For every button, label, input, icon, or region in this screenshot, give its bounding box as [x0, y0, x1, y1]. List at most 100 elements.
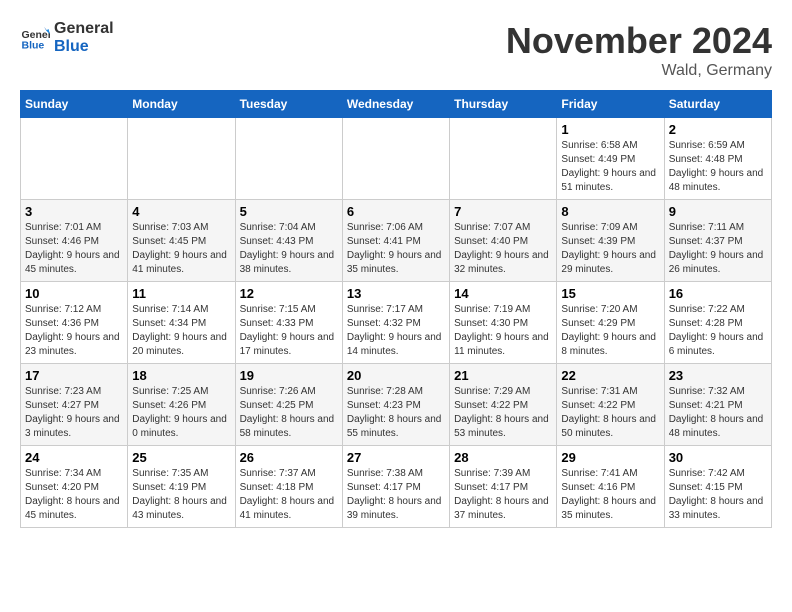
page-header: General Blue General Blue November 2024 …	[20, 20, 772, 80]
day-number: 3	[25, 204, 123, 219]
week-row-4: 17Sunrise: 7:23 AM Sunset: 4:27 PM Dayli…	[21, 364, 772, 446]
weekday-header-thursday: Thursday	[450, 91, 557, 118]
day-cell: 8 Sunrise: 7:09 AM Sunset: 4:39 PM Daylig…	[557, 200, 664, 282]
day-cell: 12 Sunrise: 7:15 AM Sunset: 4:33 PM Dayli…	[235, 282, 342, 364]
day-number: 14	[454, 286, 552, 301]
day-info: Sunrise: 7:15 AM Sunset: 4:33 PM Dayligh…	[240, 303, 338, 359]
day-cell: 3Sunrise: 7:01 AM Sunset: 4:46 PM Daylig…	[21, 200, 128, 282]
day-info: Sunrise: 7:22 AM Sunset: 4:28 PM Dayligh…	[669, 303, 767, 359]
weekday-header-tuesday: Tuesday	[235, 91, 342, 118]
day-cell: 17Sunrise: 7:23 AM Sunset: 4:27 PM Dayli…	[21, 364, 128, 446]
day-info: Sunrise: 7:39 AM Sunset: 4:17 PM Dayligh…	[454, 467, 552, 523]
day-number: 2	[669, 122, 767, 137]
day-number: 22	[561, 368, 659, 383]
day-cell: 19 Sunrise: 7:26 AM Sunset: 4:25 PM Dayli…	[235, 364, 342, 446]
location: Wald, Germany	[506, 62, 772, 80]
title-area: November 2024 Wald, Germany	[506, 20, 772, 80]
day-cell: 23 Sunrise: 7:32 AM Sunset: 4:21 PM Dayli…	[664, 364, 771, 446]
day-cell: 21 Sunrise: 7:29 AM Sunset: 4:22 PM Dayli…	[450, 364, 557, 446]
day-number: 12	[240, 286, 338, 301]
day-info: Sunrise: 6:58 AM Sunset: 4:49 PM Dayligh…	[561, 139, 659, 195]
day-info: Sunrise: 7:06 AM Sunset: 4:41 PM Dayligh…	[347, 221, 445, 277]
month-title: November 2024	[506, 20, 772, 62]
day-cell: 4 Sunrise: 7:03 AM Sunset: 4:45 PM Daylig…	[128, 200, 235, 282]
day-cell: 10 Sunrise: 7:12 AM Sunset: 4:36 PM Dayli…	[21, 282, 128, 364]
logo-text-blue: Blue	[54, 38, 114, 56]
day-number: 26	[240, 450, 338, 465]
weekday-header-sunday: Sunday	[21, 91, 128, 118]
day-number: 25	[132, 450, 230, 465]
day-cell: 20Sunrise: 7:28 AM Sunset: 4:23 PM Dayli…	[342, 364, 449, 446]
svg-text:Blue: Blue	[22, 39, 45, 51]
day-cell: 1 Sunrise: 6:58 AM Sunset: 4:49 PM Daylig…	[557, 118, 664, 200]
day-info: Sunrise: 7:32 AM Sunset: 4:21 PM Dayligh…	[669, 385, 767, 441]
day-info: Sunrise: 6:59 AM Sunset: 4:48 PM Dayligh…	[669, 139, 767, 195]
day-cell: 7Sunrise: 7:07 AM Sunset: 4:40 PM Daylig…	[450, 200, 557, 282]
day-cell: 18 Sunrise: 7:25 AM Sunset: 4:26 PM Dayli…	[128, 364, 235, 446]
day-number: 6	[347, 204, 445, 219]
week-row-1: 1 Sunrise: 6:58 AM Sunset: 4:49 PM Daylig…	[21, 118, 772, 200]
day-number: 1	[561, 122, 659, 137]
day-info: Sunrise: 7:28 AM Sunset: 4:23 PM Dayligh…	[347, 385, 445, 441]
day-number: 13	[347, 286, 445, 301]
day-number: 4	[132, 204, 230, 219]
week-row-5: 24Sunrise: 7:34 AM Sunset: 4:20 PM Dayli…	[21, 446, 772, 528]
day-number: 19	[240, 368, 338, 383]
day-cell: 5 Sunrise: 7:04 AM Sunset: 4:43 PM Daylig…	[235, 200, 342, 282]
week-row-3: 10 Sunrise: 7:12 AM Sunset: 4:36 PM Dayli…	[21, 282, 772, 364]
day-info: Sunrise: 7:17 AM Sunset: 4:32 PM Dayligh…	[347, 303, 445, 359]
day-cell: 9 Sunrise: 7:11 AM Sunset: 4:37 PM Daylig…	[664, 200, 771, 282]
day-number: 15	[561, 286, 659, 301]
day-cell: 30Sunrise: 7:42 AM Sunset: 4:15 PM Dayli…	[664, 446, 771, 528]
day-info: Sunrise: 7:12 AM Sunset: 4:36 PM Dayligh…	[25, 303, 123, 359]
day-info: Sunrise: 7:14 AM Sunset: 4:34 PM Dayligh…	[132, 303, 230, 359]
day-number: 5	[240, 204, 338, 219]
day-cell: 2 Sunrise: 6:59 AM Sunset: 4:48 PM Daylig…	[664, 118, 771, 200]
day-info: Sunrise: 7:31 AM Sunset: 4:22 PM Dayligh…	[561, 385, 659, 441]
day-number: 23	[669, 368, 767, 383]
day-cell	[128, 118, 235, 200]
day-info: Sunrise: 7:37 AM Sunset: 4:18 PM Dayligh…	[240, 467, 338, 523]
day-number: 8	[561, 204, 659, 219]
day-number: 24	[25, 450, 123, 465]
day-number: 9	[669, 204, 767, 219]
day-number: 10	[25, 286, 123, 301]
day-info: Sunrise: 7:29 AM Sunset: 4:22 PM Dayligh…	[454, 385, 552, 441]
day-info: Sunrise: 7:26 AM Sunset: 4:25 PM Dayligh…	[240, 385, 338, 441]
day-cell	[342, 118, 449, 200]
weekday-header-friday: Friday	[557, 91, 664, 118]
day-number: 18	[132, 368, 230, 383]
day-info: Sunrise: 7:07 AM Sunset: 4:40 PM Dayligh…	[454, 221, 552, 277]
day-number: 21	[454, 368, 552, 383]
logo: General Blue General Blue	[20, 20, 114, 55]
logo-text-general: General	[54, 20, 114, 38]
day-info: Sunrise: 7:35 AM Sunset: 4:19 PM Dayligh…	[132, 467, 230, 523]
day-cell	[235, 118, 342, 200]
day-info: Sunrise: 7:42 AM Sunset: 4:15 PM Dayligh…	[669, 467, 767, 523]
day-number: 17	[25, 368, 123, 383]
day-cell: 26 Sunrise: 7:37 AM Sunset: 4:18 PM Dayli…	[235, 446, 342, 528]
day-cell: 14 Sunrise: 7:19 AM Sunset: 4:30 PM Dayli…	[450, 282, 557, 364]
day-cell: 11 Sunrise: 7:14 AM Sunset: 4:34 PM Dayli…	[128, 282, 235, 364]
day-cell: 6 Sunrise: 7:06 AM Sunset: 4:41 PM Daylig…	[342, 200, 449, 282]
day-info: Sunrise: 7:11 AM Sunset: 4:37 PM Dayligh…	[669, 221, 767, 277]
day-cell: 13 Sunrise: 7:17 AM Sunset: 4:32 PM Dayli…	[342, 282, 449, 364]
weekday-header-saturday: Saturday	[664, 91, 771, 118]
day-cell: 25 Sunrise: 7:35 AM Sunset: 4:19 PM Dayli…	[128, 446, 235, 528]
day-number: 28	[454, 450, 552, 465]
day-cell: 24Sunrise: 7:34 AM Sunset: 4:20 PM Dayli…	[21, 446, 128, 528]
day-cell: 28 Sunrise: 7:39 AM Sunset: 4:17 PM Dayli…	[450, 446, 557, 528]
day-info: Sunrise: 7:19 AM Sunset: 4:30 PM Dayligh…	[454, 303, 552, 359]
day-cell: 22 Sunrise: 7:31 AM Sunset: 4:22 PM Dayli…	[557, 364, 664, 446]
day-cell: 29Sunrise: 7:41 AM Sunset: 4:16 PM Dayli…	[557, 446, 664, 528]
day-info: Sunrise: 7:20 AM Sunset: 4:29 PM Dayligh…	[561, 303, 659, 359]
day-number: 11	[132, 286, 230, 301]
day-info: Sunrise: 7:09 AM Sunset: 4:39 PM Dayligh…	[561, 221, 659, 277]
day-info: Sunrise: 7:04 AM Sunset: 4:43 PM Dayligh…	[240, 221, 338, 277]
day-cell	[21, 118, 128, 200]
weekday-header-wednesday: Wednesday	[342, 91, 449, 118]
weekday-header-monday: Monday	[128, 91, 235, 118]
day-info: Sunrise: 7:25 AM Sunset: 4:26 PM Dayligh…	[132, 385, 230, 441]
day-info: Sunrise: 7:03 AM Sunset: 4:45 PM Dayligh…	[132, 221, 230, 277]
weekday-header-row: SundayMondayTuesdayWednesdayThursdayFrid…	[21, 91, 772, 118]
